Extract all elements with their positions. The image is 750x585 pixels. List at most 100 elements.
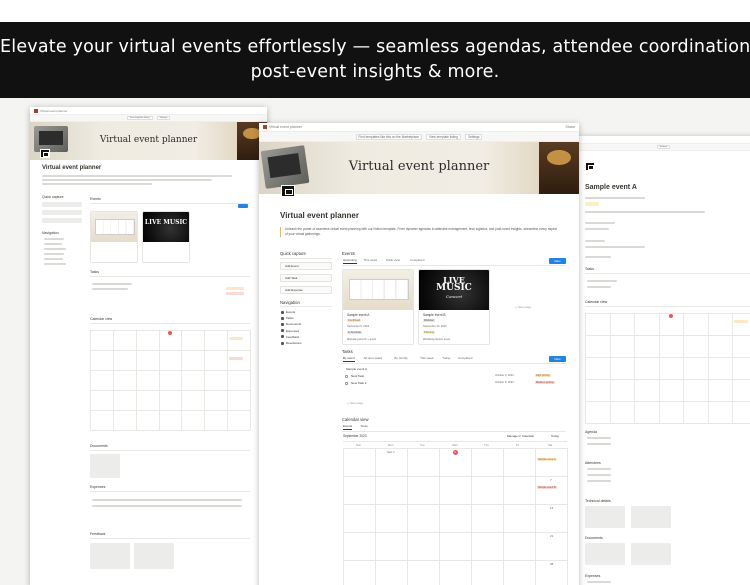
event-card-title: Sample event B (423, 313, 446, 317)
event-date: September 10, 2023 (423, 325, 447, 328)
view-tab[interactable]: This week (364, 258, 378, 262)
task-row[interactable] (92, 288, 128, 290)
nav-line[interactable] (44, 258, 63, 260)
events-new-page[interactable]: + New page (515, 305, 531, 309)
task-name[interactable]: New Task 2 (351, 381, 366, 385)
task-row[interactable] (587, 280, 617, 282)
event-card[interactable] (90, 211, 138, 263)
quick-capture-item[interactable] (42, 210, 82, 215)
nav-item-1[interactable]: Tasks (286, 316, 294, 320)
property-line (585, 240, 605, 242)
cover-title: Virtual event planner (348, 159, 490, 174)
nav-item-2[interactable]: Documents (286, 322, 301, 326)
task-priority: Medium priority (535, 381, 555, 384)
view-tab[interactable]: By event (343, 356, 355, 362)
view-tab[interactable]: Tasks (360, 424, 368, 428)
notice-view-listing[interactable]: View template listing (425, 133, 461, 140)
view-tab[interactable]: Events (343, 424, 353, 430)
page-title: Virtual event planner (42, 165, 102, 171)
calendar-today-marker (168, 331, 172, 335)
notice-settings[interactable]: Settings (656, 145, 671, 149)
expense-row[interactable] (92, 499, 242, 501)
calendar-line (90, 410, 250, 411)
calendar-line (609, 313, 611, 423)
intro-line (42, 179, 212, 181)
property-line (585, 197, 645, 199)
nav-line[interactable] (44, 253, 64, 255)
nav-item-5[interactable]: Resolutions (286, 341, 302, 345)
notice-settings[interactable]: Settings (464, 133, 483, 140)
view-tab[interactable]: Today (442, 356, 450, 360)
calendar-event[interactable] (734, 320, 749, 323)
weekday-label: Fri (516, 442, 520, 447)
view-tab[interactable]: By priority (394, 356, 407, 360)
calendar-today-button[interactable]: Today (551, 434, 559, 438)
calendar-event[interactable] (229, 357, 244, 360)
attendee-row[interactable] (587, 480, 611, 482)
view-tab[interactable]: Table view (386, 258, 400, 262)
concert-text: Concert (445, 294, 463, 299)
calendar-today-marker (669, 314, 673, 318)
calendar-heading: Calendar view (342, 417, 369, 422)
breadcrumb[interactable]: Virtual event planner (269, 125, 302, 129)
nav-line[interactable] (44, 243, 62, 245)
agenda-row[interactable] (587, 443, 611, 445)
share-button[interactable]: Share (565, 125, 575, 129)
nav-item-3[interactable]: Expenses (286, 329, 299, 333)
event-footer: Marketing launch + event (347, 338, 377, 341)
notice-settings[interactable]: Settings (156, 116, 171, 120)
event-card-b[interactable]: LIVE MUSIC Concert Sample event B Webina… (418, 269, 490, 345)
calendar-line (135, 330, 137, 430)
feedback-card[interactable] (134, 543, 174, 569)
view-tab[interactable]: All open tasks (364, 356, 383, 360)
nav-item-0[interactable]: Events (286, 310, 295, 314)
document-card[interactable] (90, 454, 120, 478)
calendar-event-b[interactable]: Sample event B (537, 486, 557, 489)
calendar-event[interactable] (229, 337, 244, 340)
document-card[interactable] (585, 543, 625, 565)
task-checkbox[interactable] (345, 382, 348, 385)
document-card[interactable] (631, 543, 671, 565)
task-row[interactable] (587, 286, 611, 288)
event-cover-image: LIVE MUSIC (143, 212, 189, 242)
notice-view[interactable]: View template listing (126, 116, 153, 120)
technical-card[interactable] (631, 506, 671, 528)
view-tab[interactable]: This week (420, 356, 434, 360)
headline-banner: Elevate your virtual events effortlessly… (0, 22, 750, 98)
attendee-row[interactable] (587, 474, 611, 476)
feedback-card[interactable] (90, 543, 130, 569)
calendar-day: 28 (550, 562, 554, 566)
tasks-new-page[interactable]: + New page (347, 401, 363, 405)
task-name[interactable]: New Task (351, 374, 364, 378)
events-new-button[interactable]: New (549, 258, 566, 264)
event-card-a[interactable]: Sample event A Confirmed September 9, 20… (342, 269, 414, 345)
task-checkbox[interactable] (345, 375, 348, 378)
divider (280, 258, 332, 259)
nav-line[interactable] (44, 238, 64, 240)
agenda-row[interactable] (587, 437, 611, 439)
attendee-row[interactable] (587, 468, 611, 470)
nav-item-4[interactable]: Feedback (286, 335, 299, 339)
expense-row[interactable] (92, 505, 242, 507)
view-tab[interactable]: Completed (458, 356, 473, 360)
expense-row[interactable] (587, 581, 611, 583)
calendar-line (227, 330, 229, 430)
technical-card[interactable] (585, 506, 625, 528)
nav-line[interactable] (44, 248, 66, 250)
intro-callout: Unleash the power of seamless virtual ev… (280, 227, 560, 237)
quick-capture-item[interactable] (42, 218, 82, 223)
new-button[interactable] (238, 204, 248, 208)
view-tab[interactable]: Upcoming (343, 258, 357, 264)
task-row[interactable] (92, 283, 132, 285)
tasks-new-button[interactable]: New (549, 356, 566, 362)
nav-line[interactable] (44, 263, 66, 265)
intro-line (42, 175, 232, 177)
weekday-label: Tue (420, 442, 425, 447)
calendar-event-a[interactable]: Sample event A (537, 458, 557, 461)
divider (90, 203, 250, 204)
event-card[interactable]: LIVE MUSIC (142, 211, 190, 263)
priority-tag (226, 292, 244, 295)
quick-capture-item[interactable] (42, 202, 82, 207)
calendar-manage-button[interactable]: Manage in Calendar (507, 434, 534, 438)
view-tab[interactable]: Completed (410, 258, 425, 262)
